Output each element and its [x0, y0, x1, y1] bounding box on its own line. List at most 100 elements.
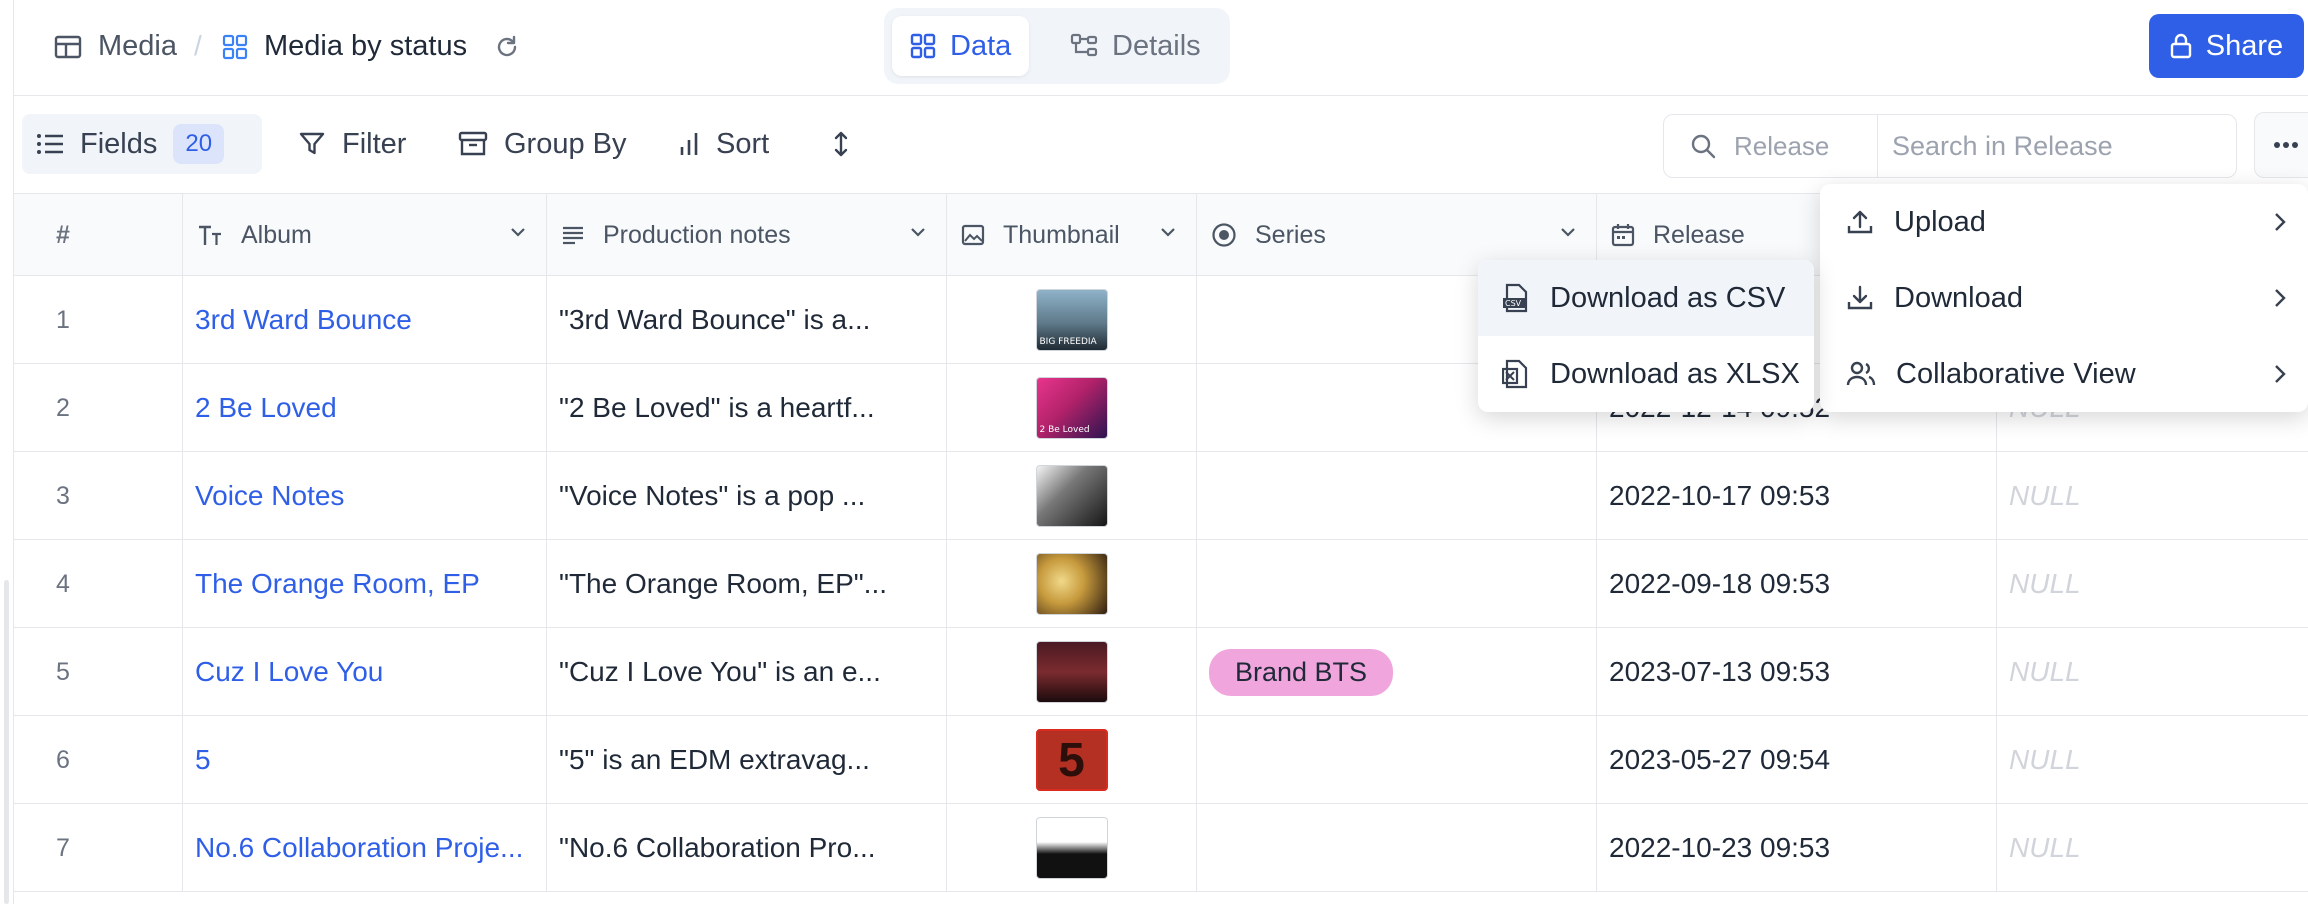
album-cell[interactable]: 3rd Ward Bounce — [183, 276, 547, 364]
table-row[interactable]: 4 The Orange Room, EP "The Orange Room, … — [14, 540, 2308, 628]
filter-icon — [299, 132, 325, 155]
thumbnail-cell[interactable]: 5 — [947, 716, 1197, 804]
notes-cell[interactable]: "3rd Ward Bounce" is a... — [547, 276, 947, 364]
scrollbar[interactable] — [4, 580, 9, 904]
series-cell[interactable]: Brand BTS — [1197, 628, 1597, 716]
album-cell[interactable]: The Orange Room, EP — [183, 540, 547, 628]
album-link[interactable]: The Orange Room, EP — [195, 568, 480, 600]
row-number: 2 — [14, 364, 183, 452]
extra-cell[interactable]: NULL — [1997, 540, 2308, 628]
fields-button[interactable]: Fields 20 — [22, 114, 262, 174]
notes-text: "The Orange Room, EP"... — [559, 568, 888, 599]
extra-cell[interactable]: NULL — [1997, 804, 2308, 892]
search-input[interactable] — [1878, 115, 2228, 177]
breadcrumb-view[interactable]: Media by status — [222, 30, 467, 63]
chevron-right-icon — [2275, 213, 2286, 231]
menu-item-download[interactable]: Download — [1820, 260, 2308, 336]
breadcrumb-root[interactable]: Media — [54, 30, 177, 63]
long-text-icon — [563, 226, 583, 245]
album-thumbnail[interactable] — [1035, 465, 1108, 527]
thumbnail-cell[interactable] — [947, 452, 1197, 540]
chevron-down-icon[interactable] — [1560, 227, 1576, 237]
album-link[interactable]: 5 — [195, 744, 211, 776]
album-thumbnail[interactable]: BIG FREEDIA — [1035, 289, 1108, 351]
thumbnail-cell[interactable]: BIG FREEDIA — [947, 276, 1197, 364]
release-cell[interactable]: 2023-05-27 09:54 — [1597, 716, 1997, 804]
refresh-icon[interactable] — [494, 34, 520, 65]
row-height-button[interactable] — [819, 114, 879, 174]
menu-item-upload[interactable]: Upload — [1820, 184, 2308, 260]
row-number: 3 — [14, 452, 183, 540]
chevron-down-icon[interactable] — [910, 227, 926, 237]
series-cell[interactable] — [1197, 452, 1597, 540]
extra-cell[interactable]: NULL — [1997, 452, 2308, 540]
chevron-down-icon[interactable] — [510, 227, 526, 237]
thumbnail-cell[interactable] — [947, 540, 1197, 628]
download-xlsx-option[interactable]: Download as XLSX — [1478, 336, 1814, 412]
album-cell[interactable]: Voice Notes — [183, 452, 547, 540]
table-row[interactable]: 5 Cuz I Love You "Cuz I Love You" is an … — [14, 628, 2308, 716]
group-by-button[interactable]: Group By — [444, 114, 641, 174]
left-rail — [0, 0, 14, 904]
tab-details[interactable]: Details — [1052, 16, 1219, 76]
row-number: 4 — [14, 540, 183, 628]
album-thumbnail[interactable] — [1035, 817, 1108, 879]
more-options-menu: Upload Download Collaborative View — [1820, 184, 2308, 412]
album-cell[interactable]: 2 Be Loved — [183, 364, 547, 452]
column-header-thumbnail[interactable]: Thumbnail — [947, 194, 1197, 276]
notes-cell[interactable]: "The Orange Room, EP"... — [547, 540, 947, 628]
album-cell[interactable]: Cuz I Love You — [183, 628, 547, 716]
album-thumbnail[interactable]: 5 — [1035, 729, 1108, 791]
column-header-album[interactable]: Album — [183, 194, 547, 276]
notes-text: "Cuz I Love You" is an e... — [559, 656, 881, 687]
menu-item-collaborative-view[interactable]: Collaborative View — [1820, 336, 2308, 412]
share-button[interactable]: Share — [2149, 14, 2304, 78]
album-cell[interactable]: 5 — [183, 716, 547, 804]
table-row[interactable]: 6 5 "5" is an EDM extravag... 5 2023-05-… — [14, 716, 2308, 804]
series-cell[interactable] — [1197, 804, 1597, 892]
tab-data-label: Data — [950, 29, 1012, 62]
album-link[interactable]: Voice Notes — [195, 480, 344, 512]
thumbnail-cell[interactable]: 2 Be Loved — [947, 364, 1197, 452]
search-field-selector[interactable]: Release — [1664, 115, 1878, 177]
release-cell[interactable]: 2022-10-17 09:53 — [1597, 452, 1997, 540]
download-csv-option[interactable]: CSV Download as CSV — [1478, 260, 1814, 336]
tab-data[interactable]: Data — [892, 16, 1030, 76]
series-cell[interactable] — [1197, 716, 1597, 804]
album-link[interactable]: Cuz I Love You — [195, 656, 383, 688]
album-link[interactable]: 3rd Ward Bounce — [195, 304, 412, 336]
thumbnail-cell[interactable] — [947, 628, 1197, 716]
column-header-series-label: Series — [1255, 220, 1326, 249]
release-cell[interactable]: 2022-09-18 09:53 — [1597, 540, 1997, 628]
album-thumbnail[interactable] — [1035, 553, 1108, 615]
album-link[interactable]: No.6 Collaboration Proje... — [195, 832, 523, 864]
fields-label: Fields — [80, 127, 158, 160]
menu-item-collaborative-view-label: Collaborative View — [1896, 357, 2136, 390]
album-cell[interactable]: No.6 Collaboration Proje... — [183, 804, 547, 892]
album-link[interactable]: 2 Be Loved — [195, 392, 337, 424]
release-cell[interactable]: 2022-10-23 09:53 — [1597, 804, 1997, 892]
sort-button[interactable]: Sort — [664, 114, 783, 174]
chevron-down-icon[interactable] — [1160, 227, 1176, 237]
filter-button[interactable]: Filter — [284, 114, 420, 174]
more-options-button[interactable] — [2254, 112, 2308, 178]
notes-cell[interactable]: "Cuz I Love You" is an e... — [547, 628, 947, 716]
series-cell[interactable] — [1197, 540, 1597, 628]
column-header-notes[interactable]: Production notes — [547, 194, 947, 276]
notes-cell[interactable]: "No.6 Collaboration Pro... — [547, 804, 947, 892]
release-cell[interactable]: 2023-07-13 09:53 — [1597, 628, 1997, 716]
row-number: 7 — [14, 804, 183, 892]
extra-cell[interactable]: NULL — [1997, 628, 2308, 716]
extra-cell[interactable]: NULL — [1997, 716, 2308, 804]
thumbnail-cell[interactable] — [947, 804, 1197, 892]
album-thumbnail[interactable]: 2 Be Loved — [1035, 377, 1108, 439]
notes-cell[interactable]: "5" is an EDM extravag... — [547, 716, 947, 804]
notes-cell[interactable]: "Voice Notes" is a pop ... — [547, 452, 947, 540]
album-thumbnail[interactable] — [1035, 641, 1108, 703]
table-row[interactable]: 7 No.6 Collaboration Proje... "No.6 Coll… — [14, 804, 2308, 892]
column-header-number[interactable]: # — [14, 194, 183, 276]
fields-count-badge: 20 — [173, 124, 225, 164]
group-by-label: Group By — [504, 127, 627, 160]
table-row[interactable]: 3 Voice Notes "Voice Notes" is a pop ...… — [14, 452, 2308, 540]
notes-cell[interactable]: "2 Be Loved" is a heartf... — [547, 364, 947, 452]
